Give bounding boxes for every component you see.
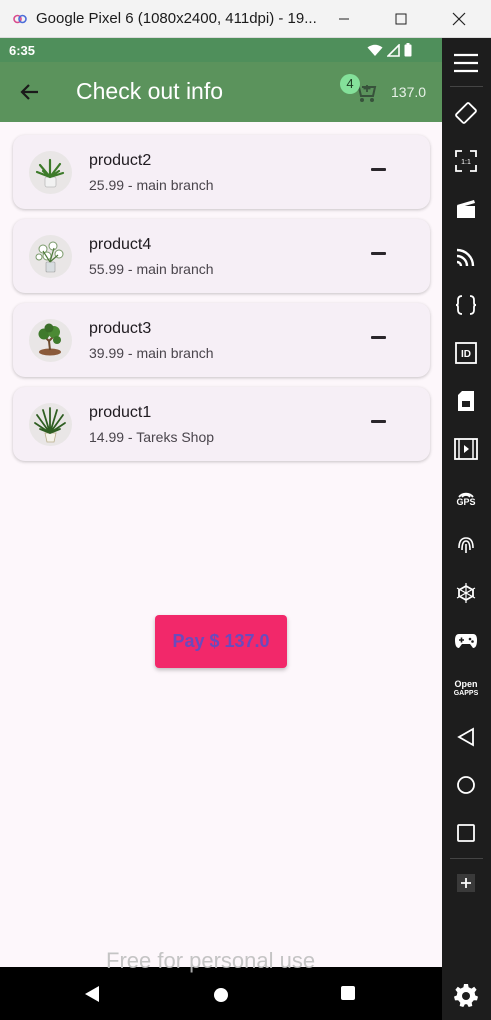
back-arrow-icon[interactable]	[18, 80, 42, 104]
window-title-bar: Google Pixel 6 (1080x2400, 411dpi) - 19.…	[0, 0, 491, 38]
wifi-icon	[367, 44, 383, 56]
product-card[interactable]: product2 25.99 - main branch	[13, 135, 430, 209]
toolbar-back-icon[interactable]	[453, 724, 479, 750]
gamepad-icon[interactable]	[453, 628, 479, 654]
product-image	[29, 319, 72, 362]
status-icons	[367, 43, 412, 57]
emulator-toolbar: 1:1 ID GPS Open GAPPS	[442, 38, 491, 1020]
minimize-button[interactable]	[321, 0, 367, 38]
toolbar-divider	[450, 86, 483, 87]
product-card[interactable]: product4 55.99 - main branch	[13, 219, 430, 293]
virtual-sensors-icon[interactable]	[453, 580, 479, 606]
gps-icon[interactable]: GPS	[453, 484, 479, 510]
open-gapps-icon[interactable]: Open GAPPS	[453, 676, 479, 702]
device-id-icon[interactable]: ID	[453, 340, 479, 366]
toolbar-divider	[450, 858, 483, 859]
product-list: product2 25.99 - main branch product4 55…	[13, 135, 430, 471]
svg-text:1:1: 1:1	[461, 159, 471, 166]
product-price-branch: 25.99 - main branch	[89, 177, 214, 193]
nav-home-icon[interactable]	[214, 988, 228, 1002]
remove-item-icon[interactable]	[371, 330, 387, 346]
remove-item-icon[interactable]	[371, 414, 387, 430]
menu-icon[interactable]	[453, 50, 479, 76]
cart-total: 137.0	[391, 84, 427, 100]
product-card[interactable]: product3 39.99 - main branch	[13, 303, 430, 377]
app-bar: Check out info 4 137.0	[0, 62, 442, 122]
product-image	[29, 151, 72, 194]
remove-item-icon[interactable]	[371, 246, 387, 262]
nav-back-icon[interactable]	[84, 985, 100, 1003]
open-gapps-label-line1: Open	[454, 679, 478, 689]
more-plus-icon[interactable]	[453, 870, 479, 896]
product-card[interactable]: product1 14.99 - Tareks Shop	[13, 387, 430, 461]
screen: Google Pixel 6 (1080x2400, 411dpi) - 19.…	[0, 0, 491, 1020]
svg-text:ID: ID	[461, 349, 471, 360]
nav-recents-icon[interactable]	[341, 986, 355, 1000]
product-name: product1	[89, 404, 152, 421]
product-name: product3	[89, 320, 152, 337]
remove-item-icon[interactable]	[371, 162, 387, 178]
cart-count-badge: 4	[340, 74, 360, 94]
gps-label: GPS	[456, 496, 476, 507]
close-button[interactable]	[436, 0, 482, 38]
maximize-button[interactable]	[378, 0, 424, 38]
sim-card-icon[interactable]	[453, 388, 479, 414]
screen-record-icon[interactable]	[453, 196, 479, 222]
emulator-app-icon	[13, 14, 27, 24]
status-time: 6:35	[9, 43, 36, 58]
product-image	[29, 403, 72, 446]
code-braces-icon[interactable]	[453, 292, 479, 318]
rotate-icon[interactable]	[453, 100, 479, 126]
product-price-branch: 55.99 - main branch	[89, 261, 214, 277]
product-name: product2	[89, 152, 152, 169]
cast-icon[interactable]	[453, 244, 479, 270]
toolbar-overview-icon[interactable]	[453, 820, 479, 846]
product-name: product4	[89, 236, 152, 253]
toolbar-home-icon[interactable]	[453, 772, 479, 798]
product-price-branch: 39.99 - main branch	[89, 345, 214, 361]
window-title: Google Pixel 6 (1080x2400, 411dpi) - 19.…	[36, 10, 317, 27]
media-icon[interactable]	[453, 436, 479, 462]
watermark: Free for personal use	[106, 948, 316, 973]
pay-button[interactable]: Pay $ 137.0	[155, 615, 287, 668]
product-price-branch: 14.99 - Tareks Shop	[89, 429, 215, 445]
open-gapps-label-line2: GAPPS	[453, 690, 479, 697]
battery-icon	[404, 43, 412, 57]
signal-icon	[387, 43, 400, 57]
fingerprint-icon[interactable]	[453, 532, 479, 558]
phone-screen: 6:35 Check out info 4 137.0 product2 25.…	[0, 38, 442, 1020]
page-title: Check out info	[76, 78, 224, 104]
settings-gear-icon[interactable]	[453, 982, 479, 1008]
status-bar: 6:35	[0, 38, 442, 62]
product-image	[29, 235, 72, 278]
resize-icon[interactable]: 1:1	[453, 148, 479, 174]
android-nav-bar	[0, 967, 442, 1020]
